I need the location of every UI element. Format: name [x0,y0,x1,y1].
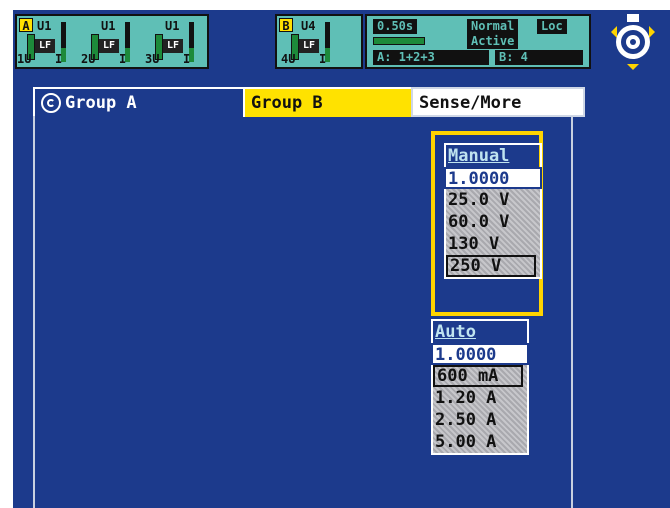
channel-3-number: 3U [145,52,160,66]
channel-4-name: U4 [301,19,316,33]
tab-group-a-label: Group A [65,93,137,113]
channel-1-mode: LF [35,39,55,53]
channel-3-status: U1 LF 3U I [145,16,211,67]
mode-label: Normal [467,19,519,34]
channel-2-number: 2U [81,52,96,66]
instrument-screen: A U1 LF 1U I U1 LF 2U I U1 LF 3U I B U4 … [13,10,670,508]
channel-1-flag: I [55,52,63,66]
channel-4-number: 4U [281,52,296,66]
channel-2-name: U1 [101,19,116,33]
manual-range-header[interactable]: Manual [444,143,542,167]
group-b-status[interactable]: B U4 LF 4U I [275,14,363,69]
activity-bar [373,37,425,45]
tab-sense-more-label: Sense/More [419,93,522,113]
channel-3-flag: I [183,52,191,66]
group-a-status[interactable]: A U1 LF 1U I U1 LF 2U I U1 LF 3U I [15,14,209,69]
auto-range-selected[interactable]: 1.0000 [431,343,529,365]
auto-range-option[interactable]: 1.20 A [433,387,527,409]
state-label: Active [467,34,519,49]
channel-2-mode: LF [99,39,119,53]
tab-group-a[interactable]: Group A [33,87,245,117]
auto-range-option[interactable]: 5.00 A [433,431,527,453]
manual-range-options: 25.0 V 60.0 V 130 V 250 V [444,189,542,279]
rotary-knob-icon[interactable] [603,12,663,72]
channel-4-mode: LF [299,39,319,53]
tab-bar: Group A Group B Sense/More [33,87,585,117]
channel-1-number: 1U [17,52,32,66]
channel-4-status: U4 LF 4U I [281,16,347,67]
channel-2-flag: I [119,52,127,66]
group-b-assignment: B: 4 [495,50,583,65]
lock-label: Loc [537,19,567,34]
cycle-time: 0.50s [373,19,418,34]
auto-range-header[interactable]: Auto [431,319,529,343]
manual-range-option[interactable]: 25.0 V [446,189,540,211]
auto-range-options: 600 mA 1.20 A 2.50 A 5.00 A [431,365,529,455]
auto-range-list[interactable]: Auto 1.0000 600 mA 1.20 A 2.50 A 5.00 A [431,319,529,455]
manual-range-option[interactable]: 130 V [446,233,540,255]
group-a-assignment: A: 1+2+3 [373,50,489,65]
tab-group-b[interactable]: Group B [245,87,411,117]
manual-range-option[interactable]: 60.0 V [446,211,540,233]
auto-range-option[interactable]: 2.50 A [433,409,527,431]
channel-3-mode: LF [163,39,183,53]
manual-range-option-current[interactable]: 250 V [446,255,536,277]
channel-4-flag: I [319,52,327,66]
channel-3-name: U1 [165,19,180,33]
manual-range-selected[interactable]: 1.0000 [444,167,542,189]
manual-range-panel[interactable]: Manual 1.0000 25.0 V 60.0 V 130 V 250 V [431,131,543,316]
tab-sense-more[interactable]: Sense/More [411,87,585,117]
tab-dial-icon [41,93,61,113]
channel-1-name: U1 [37,19,52,33]
channel-1-status: U1 LF 1U I [17,16,83,67]
channel-2-status: U1 LF 2U I [81,16,147,67]
measurement-status[interactable]: 0.50s Normal Loc Active A: 1+2+3 B: 4 [365,14,591,69]
manual-range-list: Manual 1.0000 25.0 V 60.0 V 130 V 250 V [444,143,542,279]
auto-range-option-current[interactable]: 600 mA [433,365,523,387]
status-bar: A U1 LF 1U I U1 LF 2U I U1 LF 3U I B U4 … [13,10,670,75]
tab-group-b-label: Group B [251,93,323,113]
